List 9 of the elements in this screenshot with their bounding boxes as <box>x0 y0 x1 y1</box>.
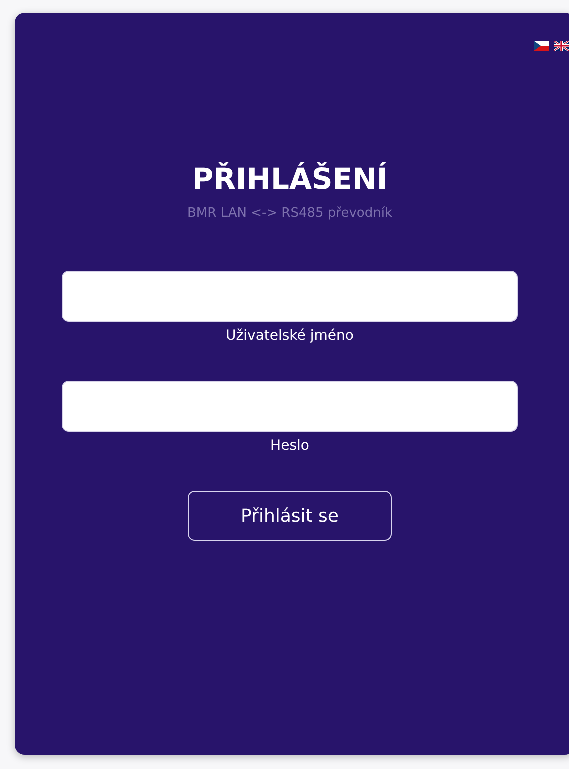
czech-flag-icon[interactable] <box>534 41 549 51</box>
login-button[interactable]: Přihlásit se <box>188 491 392 541</box>
field-label: Uživatelské jméno <box>226 328 354 344</box>
subtitle: BMR LAN <-> RS485 převodník <box>187 206 393 221</box>
input-field[interactable] <box>62 271 518 322</box>
british-flag-icon[interactable] <box>554 41 569 51</box>
login-title: PŘIHLÁŠENÍ <box>192 161 388 197</box>
input-field[interactable] <box>62 381 518 432</box>
field-label: Heslo <box>270 438 310 454</box>
